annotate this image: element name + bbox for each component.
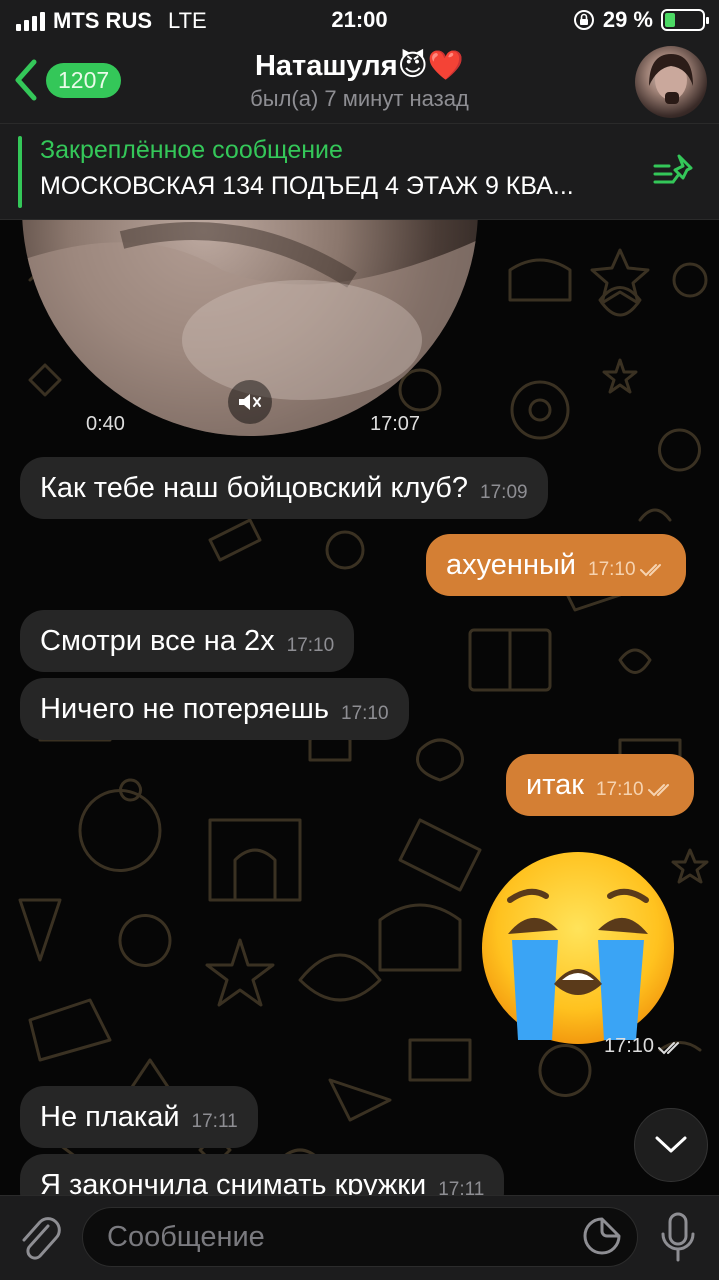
message-input[interactable]: Сообщение — [82, 1207, 638, 1267]
message-time: 17:10 — [286, 635, 335, 656]
status-bar: MTS RUS LTE 21:00 29 % — [0, 0, 719, 40]
last-seen-status: был(а) 7 минут назад — [250, 86, 469, 111]
message-time: 17:10 — [588, 559, 636, 580]
message-text: Я закончила снимать кружки — [40, 1168, 427, 1196]
chat-area[interactable]: 0:40 17:07 Как тебе наш бойцовский клуб?… — [0, 220, 719, 1195]
message-time: 17:11 — [191, 1111, 238, 1132]
pinned-message-bar[interactable]: Закреплённое сообщение МОСКОВСКАЯ 134 ПО… — [0, 124, 719, 220]
speaker-muted-icon — [239, 394, 261, 410]
read-checkmarks-icon — [639, 564, 661, 577]
avatar-photo — [649, 54, 693, 104]
chat-header: 1207 Наташуля😈❤️ был(а) 7 минут назад — [0, 40, 719, 124]
message-input-bar: Сообщение — [0, 1195, 719, 1280]
message-bubble-incoming[interactable]: Смотри все на 2х 17:10 — [20, 610, 355, 672]
sticker-time-label: 17:10 — [604, 1035, 655, 1057]
read-checkmarks-icon — [658, 1041, 680, 1054]
message-time: 17:10 — [595, 779, 644, 800]
message-text: Не плакай — [40, 1100, 180, 1133]
avatar[interactable] — [635, 46, 707, 118]
chevron-down-icon — [655, 1136, 687, 1153]
microphone-icon[interactable] — [658, 1210, 698, 1264]
message-text: Ничего не потеряешь — [40, 692, 329, 725]
video-mute-button[interactable] — [228, 380, 272, 424]
message-text: Смотри все на 2х — [40, 624, 275, 657]
orientation-lock-icon — [573, 10, 594, 30]
message-text: ахуенный — [446, 548, 577, 581]
battery-percent: 29 % — [602, 7, 653, 32]
message-input-placeholder: Сообщение — [107, 1220, 265, 1253]
message-bubble-outgoing[interactable]: итак 17:10 — [506, 754, 694, 816]
scroll-to-bottom-button[interactable] — [634, 1108, 708, 1182]
message-text: итак — [526, 768, 584, 801]
message-bubble-incoming[interactable]: Ничего не потеряешь 17:10 — [20, 678, 409, 740]
video-timestamp: 17:07 — [370, 413, 421, 435]
crying-face-sticker[interactable] — [470, 848, 685, 1048]
message-time: 17:11 — [438, 1179, 485, 1195]
message-bubble-outgoing[interactable]: ахуенный 17:10 — [426, 534, 686, 596]
message-bubble-incoming[interactable]: Как тебе наш бойцовский клуб? 17:09 — [20, 457, 548, 519]
message-bubble-incoming[interactable]: Я закончила снимать кружки 17:11 — [20, 1154, 505, 1196]
sticker-icon[interactable] — [582, 1216, 622, 1256]
pinned-indicator — [18, 136, 22, 208]
video-duration: 0:40 — [86, 413, 125, 435]
message-time: 17:09 — [480, 482, 528, 503]
message-text: Как тебе наш бойцовский клуб? — [40, 471, 469, 504]
chat-title[interactable]: Наташуля😈❤️ — [0, 48, 719, 83]
message-time: 17:10 — [341, 703, 389, 724]
status-bar-right: 29 % — [573, 7, 709, 33]
pinned-list-icon[interactable] — [653, 152, 695, 192]
message-bubble-incoming[interactable]: Не плакай 17:11 — [20, 1086, 258, 1148]
paperclip-icon[interactable] — [18, 1212, 62, 1264]
pinned-title: Закреплённое сообщение — [40, 136, 343, 164]
pinned-text: МОСКОВСКАЯ 134 ПОДЪЕД 4 ЭТАЖ 9 КВА... — [40, 172, 574, 200]
sticker-time: 17:10 — [604, 1035, 684, 1058]
read-checkmarks-icon — [647, 784, 669, 797]
battery-icon — [661, 9, 709, 31]
